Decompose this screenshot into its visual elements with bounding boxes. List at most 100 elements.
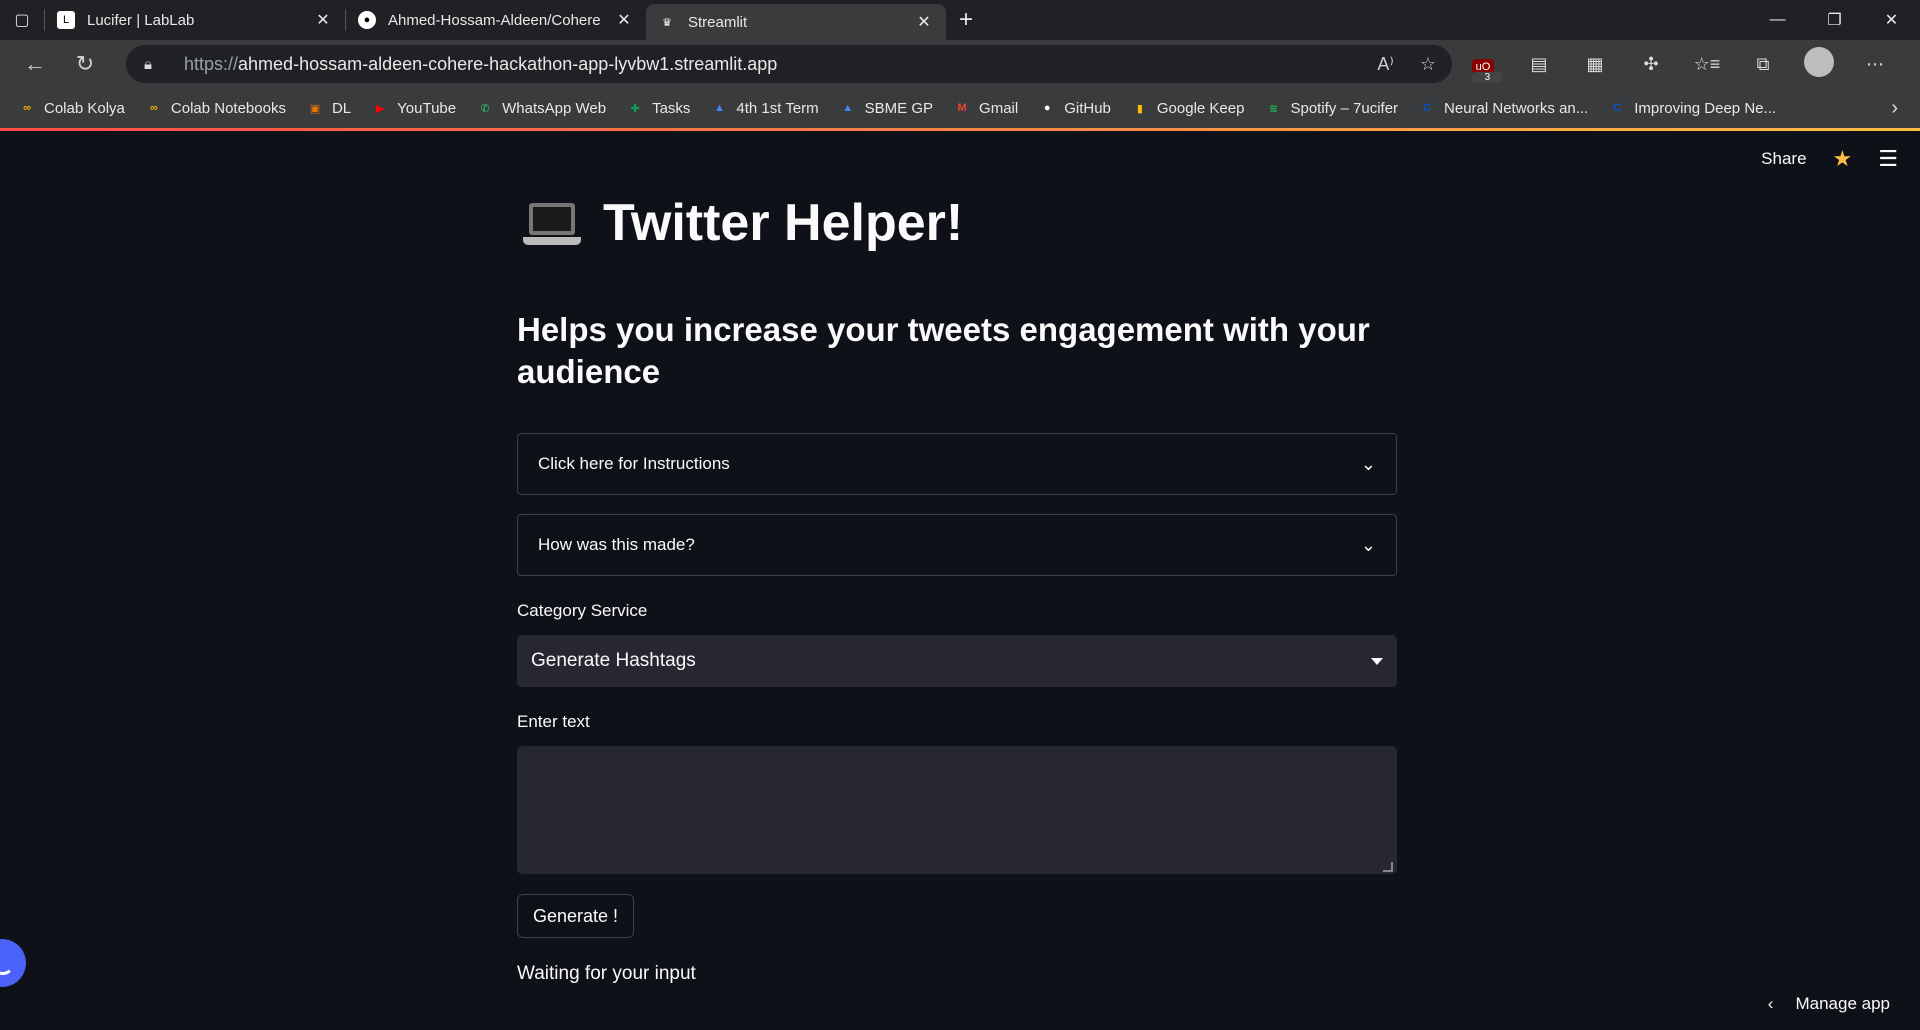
lablab-icon: L — [57, 11, 75, 29]
coursera-icon: C — [1423, 102, 1431, 114]
lock-icon[interactable]: 🔒︎ — [144, 56, 166, 73]
hamburger-menu-icon[interactable]: ☰ — [1878, 146, 1898, 172]
url-host: ahmed-hossam-aldeen-cohere-hackathon-app… — [238, 53, 778, 74]
address-bar-row: ← ↻ 🔒︎ https://ahmed-hossam-aldeen-coher… — [0, 40, 1920, 88]
manage-app-button[interactable]: ‹ Manage app — [1768, 994, 1890, 1014]
bookmark-label: WhatsApp Web — [502, 99, 607, 117]
bookmark-item[interactable]: C Improving Deep Ne... — [1608, 99, 1776, 117]
close-icon[interactable]: ✕ — [914, 12, 934, 32]
tab-title: Streamlit — [688, 13, 748, 31]
bookmark-item[interactable]: ▲ SBME GP — [839, 99, 933, 117]
new-tab-button[interactable]: + — [946, 0, 986, 40]
chevron-left-icon: ‹ — [1767, 994, 1774, 1013]
bookmark-label: Colab Kolya — [44, 99, 125, 117]
tab-streamlit[interactable]: ♛ Streamlit ✕ — [646, 4, 946, 40]
extension-icon[interactable]: ▤ — [1524, 54, 1554, 75]
generate-button[interactable]: Generate ! — [517, 894, 635, 938]
bookmark-item[interactable]: ✆ WhatsApp Web — [476, 99, 607, 117]
bookmark-item[interactable]: ▮ Google Keep — [1131, 99, 1245, 117]
resize-handle-icon[interactable] — [1383, 862, 1393, 872]
expander-label: Click here for Instructions — [538, 454, 730, 473]
chevron-down-icon: ⌄ — [1360, 453, 1376, 474]
github-icon: ● — [1043, 102, 1051, 114]
status-text: Waiting for your input — [517, 963, 696, 984]
bookmark-label: Google Keep — [1156, 99, 1245, 117]
tab-github[interactable]: ● Ahmed-Hossam-Aldeen/Cohere ✕ — [346, 0, 646, 40]
instructions-expander[interactable]: Click here for Instructions ⌄ — [517, 433, 1397, 495]
omnibox-actions: A⁾ ☆ — [1377, 45, 1436, 83]
bookmark-label: Tasks — [652, 99, 691, 117]
tab-title: Ahmed-Hossam-Aldeen/Cohere — [388, 11, 601, 29]
enter-text-area[interactable] — [517, 746, 1397, 874]
add-favorite-icon[interactable]: ☆ — [1420, 54, 1436, 75]
tab-actions-icon[interactable]: ▢ — [0, 0, 44, 40]
omnibox[interactable]: 🔒︎ https://ahmed-hossam-aldeen-cohere-ha… — [126, 45, 1452, 83]
app-toolbar: Share ★ ☰ — [1761, 131, 1920, 187]
google-drive-icon: ▲ — [713, 102, 725, 114]
reload-icon[interactable]: ↻ — [60, 40, 110, 88]
read-aloud-icon[interactable]: A⁾ — [1377, 54, 1393, 75]
browser-tab-bar: ▢ L Lucifer | LabLab ✕ ● Ahmed-Hossam-Al… — [0, 0, 1920, 40]
whatsapp-icon: ✆ — [480, 102, 490, 115]
back-icon[interactable]: ← — [10, 40, 60, 88]
spotify-icon: ≋ — [1268, 102, 1279, 115]
star-icon[interactable]: ★ — [1833, 146, 1853, 172]
github-icon: ● — [358, 11, 376, 29]
bookmark-label: GitHub — [1064, 99, 1111, 117]
share-button[interactable]: Share — [1761, 149, 1806, 169]
bookmark-item[interactable]: ≋ Spotify – 7ucifer — [1264, 99, 1398, 117]
category-select[interactable]: Generate Hashtags — [517, 635, 1397, 687]
chevron-down-icon: ⌄ — [1360, 534, 1376, 555]
caret-down-icon — [1371, 657, 1383, 665]
ublock-icon[interactable]: uO 3 — [1468, 54, 1503, 83]
streamlit-app: Share ★ ☰ Twitter Helper! Helps you incr… — [0, 131, 1920, 1030]
collections-icon[interactable]: ⧉ — [1748, 54, 1778, 75]
category-label: Category Service — [517, 601, 648, 620]
favorites-icon[interactable]: ☆≡ — [1692, 54, 1722, 75]
folder-user-icon: ▣ — [309, 102, 321, 115]
more-options-icon[interactable]: ⋯ — [1860, 54, 1890, 75]
bookmark-item[interactable]: ▲ 4th 1st Term — [710, 99, 819, 117]
bookmark-item[interactable]: C Neural Networks an... — [1418, 99, 1588, 117]
page-title-text: Twitter Helper! — [603, 194, 964, 252]
url-text[interactable]: https://ahmed-hossam-aldeen-cohere-hacka… — [184, 54, 777, 75]
bookmark-item[interactable]: ✚ Tasks — [626, 99, 690, 117]
window-controls: — ❐ ✕ — [1749, 0, 1920, 40]
profile-avatar[interactable] — [1804, 46, 1834, 82]
how-made-expander[interactable]: How was this made? ⌄ — [517, 514, 1397, 576]
ublock-badge: 3 — [1472, 71, 1503, 83]
bookmark-label: Colab Notebooks — [170, 99, 286, 117]
bookmarks-bar: ∞ Colab Kolya ∞ Colab Notebooks ▣ DL ▶ YouTube ✆… — [0, 88, 1920, 128]
google-keep-icon: ▮ — [1136, 102, 1143, 115]
bookmark-item[interactable]: ∞ Colab Kolya — [18, 99, 125, 117]
enter-text-label: Enter text — [517, 712, 590, 731]
google-drive-icon: ▲ — [842, 102, 854, 114]
restore-icon[interactable]: ❐ — [1806, 0, 1863, 40]
bookmark-label: Spotify – 7ucifer — [1290, 99, 1399, 117]
manage-app-label: Manage app — [1795, 994, 1890, 1013]
bookmark-label: Gmail — [979, 99, 1019, 117]
bookmark-item[interactable]: ▶ YouTube — [371, 99, 456, 117]
close-icon[interactable]: ✕ — [614, 10, 634, 30]
gmail-icon: M — [957, 102, 967, 114]
extension-icon[interactable]: ▦ — [1580, 54, 1610, 75]
tab-lablab[interactable]: L Lucifer | LabLab ✕ — [45, 0, 345, 40]
url-protocol: https:// — [184, 53, 239, 74]
bookmark-item[interactable]: ▣ DL — [306, 99, 351, 117]
tab-title: Lucifer | LabLab — [87, 11, 195, 29]
chevron-right-icon[interactable]: › — [1891, 88, 1898, 128]
close-window-icon[interactable]: ✕ — [1863, 0, 1920, 40]
bookmark-item[interactable]: M Gmail — [953, 99, 1018, 117]
expander-label: How was this made? — [538, 535, 695, 554]
bookmark-item[interactable]: ∞ Colab Notebooks — [145, 99, 286, 117]
bookmark-label: YouTube — [397, 99, 457, 117]
close-icon[interactable]: ✕ — [313, 10, 333, 30]
minimize-icon[interactable]: — — [1749, 0, 1806, 40]
bookmark-item[interactable]: ● GitHub — [1038, 99, 1111, 117]
tasks-icon: ✚ — [630, 102, 640, 115]
extensions-puzzle-icon[interactable]: ✣ — [1636, 54, 1666, 75]
bookmark-label: SBME GP — [864, 99, 934, 117]
extension-icons: uO 3 ▤ ▦ ✣ ☆≡ ⧉ ⋯ — [1468, 40, 1890, 88]
page-subtitle: Helps you increase your tweets engagemen… — [517, 311, 1370, 390]
streamlit-icon: ♛ — [662, 16, 672, 29]
